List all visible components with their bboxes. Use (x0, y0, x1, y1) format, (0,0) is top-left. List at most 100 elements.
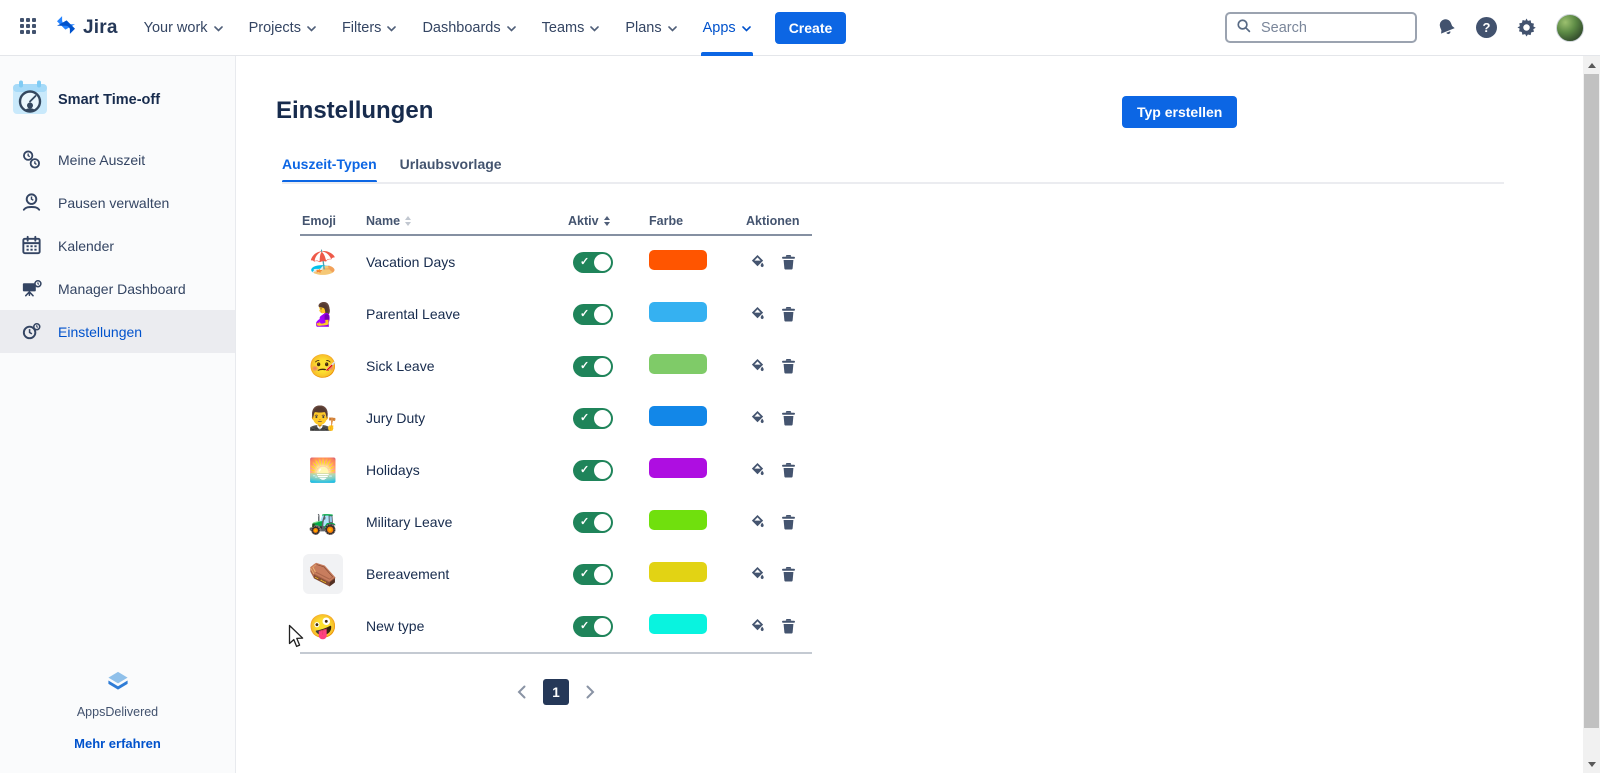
tab-auszeit-typen[interactable]: Auszeit-Typen (282, 156, 377, 182)
chevron-down-icon (590, 26, 599, 32)
sidebar-item-manager-dashboard[interactable]: Manager Dashboard (0, 267, 235, 310)
sidebar-item-label: Manager Dashboard (58, 281, 186, 297)
color-fill-icon[interactable] (750, 410, 765, 426)
delete-icon[interactable] (781, 358, 796, 374)
topnav-item-label: Apps (703, 20, 736, 36)
column-header-name[interactable]: Name (366, 214, 568, 228)
delete-icon[interactable] (781, 618, 796, 634)
active-toggle[interactable]: ✓ (573, 252, 613, 273)
search-box[interactable] (1225, 12, 1417, 43)
type-name: Jury Duty (366, 410, 568, 426)
check-icon: ✓ (580, 413, 589, 424)
table-row: 🤒 Sick Leave ✓ (300, 340, 812, 392)
delete-icon[interactable] (781, 306, 796, 322)
active-toggle[interactable]: ✓ (573, 616, 613, 637)
color-swatch[interactable] (649, 562, 707, 582)
active-toggle[interactable]: ✓ (573, 512, 613, 533)
column-header-aktiv[interactable]: Aktiv (568, 214, 649, 228)
delete-icon[interactable] (781, 462, 796, 478)
user-avatar[interactable] (1556, 14, 1584, 42)
app-switcher-icon[interactable] (20, 18, 40, 38)
active-toggle[interactable]: ✓ (573, 356, 613, 377)
tab-bar: Auszeit-Typen Urlaubsvorlage (282, 156, 502, 182)
check-icon: ✓ (580, 517, 589, 528)
emoji-cell: 🤰 (303, 294, 343, 334)
sidebar-item-pausen-verwalten[interactable]: Pausen verwalten (0, 181, 235, 224)
active-toggle[interactable]: ✓ (573, 564, 613, 585)
timeoff-types-table: Emoji Name Aktiv Farbe Aktionen 🏖️ (300, 208, 812, 654)
toggle-knob (594, 566, 611, 583)
sidebar-item-label: Pausen verwalten (58, 195, 169, 211)
create-type-button[interactable]: Typ erstellen (1122, 96, 1237, 128)
color-swatch[interactable] (649, 458, 707, 478)
color-fill-icon[interactable] (750, 462, 765, 478)
column-header-name-label: Name (366, 214, 400, 228)
chevron-down-icon (307, 26, 316, 32)
settings-gear-icon[interactable] (1516, 17, 1537, 38)
emoji-cell: 🏖️ (303, 242, 343, 282)
sort-icon-active (604, 216, 610, 226)
table-header: Emoji Name Aktiv Farbe Aktionen (300, 208, 812, 236)
notifications-icon[interactable] (1436, 17, 1457, 38)
delete-icon[interactable] (781, 410, 796, 426)
sidebar-app-title: Smart Time-off (58, 92, 160, 108)
sidebar-item-einstellungen[interactable]: Einstellungen (0, 310, 235, 353)
color-fill-icon[interactable] (750, 514, 765, 530)
learn-more-link[interactable]: Mehr erfahren (0, 736, 235, 751)
color-fill-icon[interactable] (750, 618, 765, 634)
delete-icon[interactable] (781, 254, 796, 270)
color-swatch[interactable] (649, 354, 707, 374)
color-swatch[interactable] (649, 406, 707, 426)
color-fill-icon[interactable] (750, 566, 765, 582)
jira-logo[interactable]: Jira (54, 13, 118, 42)
pagination-next-icon[interactable] (586, 685, 595, 699)
color-swatch[interactable] (649, 614, 707, 634)
chevron-down-icon (214, 26, 223, 32)
help-icon[interactable]: ? (1476, 17, 1497, 38)
tab-urlaubsvorlage[interactable]: Urlaubsvorlage (400, 156, 502, 182)
delete-icon[interactable] (781, 514, 796, 530)
sidebar-item-label: Einstellungen (58, 324, 142, 340)
check-icon: ✓ (580, 361, 589, 372)
table-row: 🤰 Parental Leave ✓ (300, 288, 812, 340)
scrollbar[interactable] (1583, 56, 1600, 773)
sidebar-item-meine-auszeit[interactable]: Meine Auszeit (0, 138, 235, 181)
topnav-item[interactable]: Plans (625, 0, 676, 56)
search-input[interactable] (1259, 19, 1399, 37)
topnav-item[interactable]: Teams (542, 0, 600, 56)
sidebar-item-kalender[interactable]: Kalender (0, 224, 235, 267)
topnav-item[interactable]: Dashboards (422, 0, 515, 56)
color-fill-icon[interactable] (750, 254, 765, 270)
active-toggle[interactable]: ✓ (573, 460, 613, 481)
active-toggle[interactable]: ✓ (573, 304, 613, 325)
delete-icon[interactable] (781, 566, 796, 582)
scroll-down-button[interactable] (1583, 756, 1600, 773)
sidebar-app-header: Smart Time-off (0, 56, 235, 138)
create-button[interactable]: Create (775, 12, 847, 44)
color-swatch[interactable] (649, 250, 707, 270)
smart-timeoff-app-icon (10, 77, 50, 122)
color-fill-icon[interactable] (750, 306, 765, 322)
color-swatch[interactable] (649, 302, 707, 322)
topnav-item[interactable]: Projects (249, 0, 316, 56)
sidebar: Smart Time-off Meine Auszeit Pausen verw… (0, 56, 236, 773)
pagination-prev-icon[interactable] (517, 685, 526, 699)
type-name: Holidays (366, 462, 568, 478)
topnav-item[interactable]: Filters (342, 0, 396, 56)
page-number[interactable]: 1 (543, 679, 569, 705)
topnav-item[interactable]: Apps (703, 0, 751, 56)
color-fill-icon[interactable] (750, 358, 765, 374)
type-name: Bereavement (366, 566, 568, 582)
chevron-down-icon (668, 26, 677, 32)
active-toggle[interactable]: ✓ (573, 408, 613, 429)
check-icon: ✓ (580, 257, 589, 268)
toggle-knob (594, 462, 611, 479)
emoji-cell: 🚜 (303, 502, 343, 542)
appsdelivered-icon (105, 680, 131, 697)
jira-logo-label: Jira (83, 17, 118, 39)
color-swatch[interactable] (649, 510, 707, 530)
dashboard-board-icon (19, 277, 43, 300)
topnav-item[interactable]: Your work (144, 0, 223, 56)
scrollbar-thumb[interactable] (1584, 74, 1599, 728)
scroll-up-button[interactable] (1583, 57, 1600, 74)
